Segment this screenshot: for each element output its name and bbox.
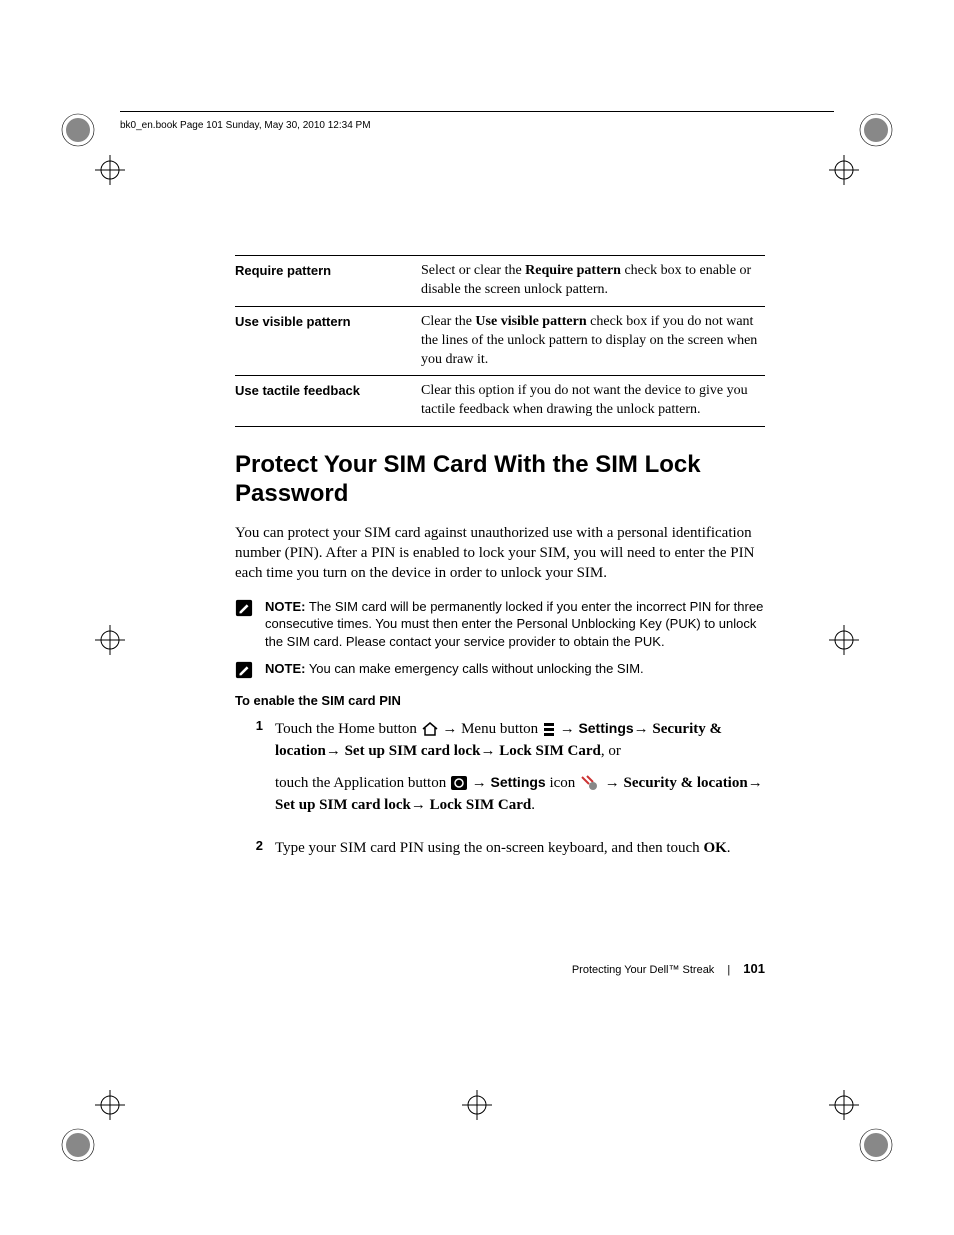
note-block: NOTE: The SIM card will be permanently l…	[235, 598, 765, 651]
page-number: 101	[743, 961, 765, 976]
page-footer: Protecting Your Dell™ Streak | 101	[235, 961, 765, 976]
corner-ornament-tl	[58, 110, 98, 150]
note-block: NOTE: You can make emergency calls witho…	[235, 660, 765, 679]
note-text: NOTE: You can make emergency calls witho…	[265, 660, 765, 678]
step-2: 2 Type your SIM card PIN using the on-sc…	[235, 838, 765, 869]
reg-mark-icon	[829, 625, 859, 655]
intro-paragraph: You can protect your SIM card against un…	[235, 523, 765, 584]
corner-ornament-br	[856, 1125, 896, 1165]
settings-tool-icon	[579, 774, 601, 792]
reg-mark-icon	[95, 1090, 125, 1120]
table-row: Use visible pattern Clear the Use visibl…	[235, 306, 765, 376]
option-label: Require pattern	[235, 256, 421, 307]
reg-mark-icon	[829, 1090, 859, 1120]
option-desc: Clear the Use visible pattern check box …	[421, 306, 765, 376]
footer-title: Protecting Your Dell™ Streak	[572, 964, 714, 976]
note-text: NOTE: The SIM card will be permanently l…	[265, 598, 765, 651]
option-label: Use visible pattern	[235, 306, 421, 376]
note-pencil-icon	[235, 599, 253, 617]
menu-icon	[542, 721, 556, 737]
note-pencil-icon	[235, 661, 253, 679]
step-body: Type your SIM card PIN using the on-scre…	[275, 838, 765, 869]
reg-mark-icon	[829, 155, 859, 185]
step-1: 1 Touch the Home button → Menu button → …	[235, 718, 765, 826]
table-row: Use tactile feedback Clear this option i…	[235, 376, 765, 427]
option-desc: Select or clear the Require pattern chec…	[421, 256, 765, 307]
corner-ornament-bl	[58, 1125, 98, 1165]
home-icon	[421, 721, 439, 737]
option-label: Use tactile feedback	[235, 376, 421, 427]
step-number: 2	[235, 838, 275, 869]
reg-mark-icon	[462, 1090, 492, 1120]
header-rule	[120, 111, 834, 112]
reg-mark-icon	[95, 625, 125, 655]
option-desc: Clear this option if you do not want the…	[421, 376, 765, 427]
table-row: Require pattern Select or clear the Requ…	[235, 256, 765, 307]
apps-icon	[450, 775, 468, 791]
step-number: 1	[235, 718, 275, 826]
section-heading: Protect Your SIM Card With the SIM Lock …	[235, 451, 765, 509]
procedure-heading: To enable the SIM card PIN	[235, 693, 765, 708]
page-content: Require pattern Select or clear the Requ…	[235, 255, 765, 881]
running-header: bk0_en.book Page 101 Sunday, May 30, 201…	[120, 120, 371, 131]
corner-ornament-tr	[856, 110, 896, 150]
step-body: Touch the Home button → Menu button → Se…	[275, 718, 765, 826]
reg-mark-icon	[95, 155, 125, 185]
options-table: Require pattern Select or clear the Requ…	[235, 255, 765, 427]
